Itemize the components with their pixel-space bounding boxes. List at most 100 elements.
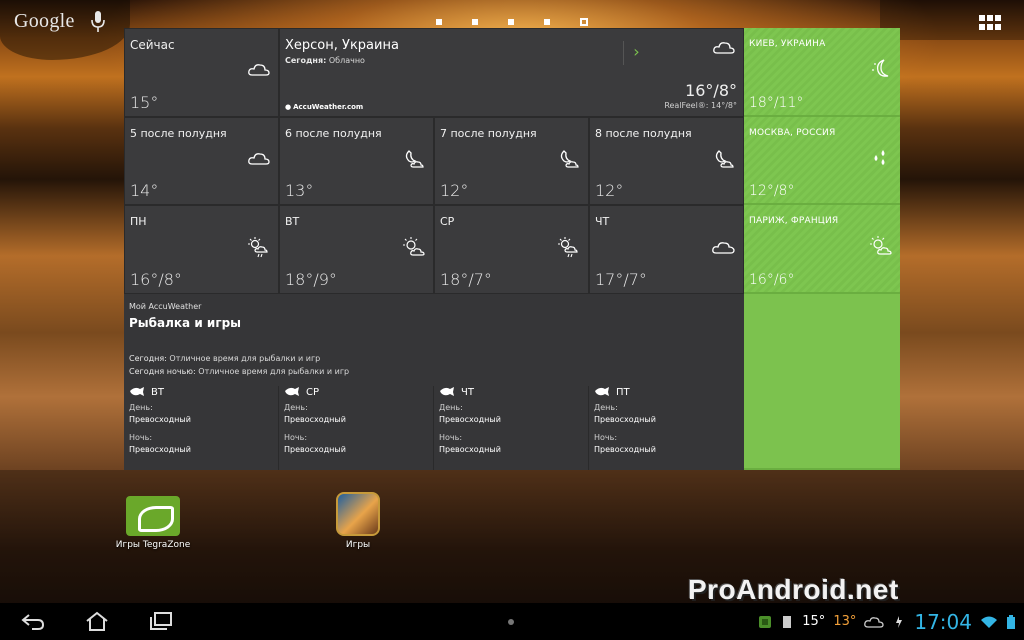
forecast-day-column[interactable]: ЧТ День: Превосходный Ночь: Превосходный <box>434 386 589 470</box>
rain-drops-icon <box>874 150 885 165</box>
page-dot[interactable] <box>508 19 514 25</box>
status-tray[interactable]: 15° 13° 17:04 <box>758 603 1024 640</box>
system-bar: 15° 13° 17:04 <box>0 603 1024 640</box>
hourly-tile[interactable]: 5 после полудня 14° <box>124 117 279 205</box>
daily-tile[interactable]: ЧТ 17°/7° <box>589 205 744 294</box>
sun-cloud-icon <box>403 237 425 256</box>
daily-tile[interactable]: СР 18°/7° <box>434 205 589 294</box>
daily-label: ВТ <box>285 215 300 228</box>
cloud-icon <box>864 616 885 628</box>
current-temp: 15° <box>130 93 159 112</box>
battery-charging-icon <box>896 615 903 628</box>
recent-apps-icon[interactable] <box>148 611 174 631</box>
night-value: Превосходный <box>594 445 656 454</box>
daily-tile[interactable]: ПН 16°/8° <box>124 205 279 294</box>
city-tile-kiev[interactable]: КИЕВ, УКРАИНА 18°/11° <box>744 28 900 117</box>
forecast-day: ПТ <box>616 386 630 398</box>
cloud-icon <box>712 242 735 254</box>
daily-label: СР <box>440 215 455 228</box>
day-value: Превосходный <box>594 415 656 424</box>
daily-tile[interactable]: ВТ 18°/9° <box>279 205 434 294</box>
current-city-tile[interactable]: Херсон, Украина Сегодня: Облачно AccuWea… <box>279 28 744 117</box>
watermark: ProAndroid.net <box>688 574 899 605</box>
city-tile-moscow[interactable]: МОСКВА, РОССИЯ 12°/8° <box>744 117 900 205</box>
android-app-icon <box>759 615 772 628</box>
clock: 17:04 <box>914 609 972 634</box>
mic-icon[interactable] <box>90 10 106 34</box>
partly-sunny-icon <box>870 236 892 255</box>
tonight-line: Сегодня ночью: Отличное время для рыбалк… <box>129 367 350 376</box>
accuweather-widget: Сейчас 15° Херсон, Украина Сегодня: Обла… <box>124 28 900 470</box>
forecast-day-column[interactable]: ПТ День: Превосходный Ночь: Превосходный <box>589 386 744 470</box>
night-value: Превосходный <box>439 445 501 454</box>
page-dot[interactable] <box>472 19 478 25</box>
forecast-day: ЧТ <box>461 386 474 398</box>
page-dot[interactable] <box>544 19 550 25</box>
city-tile-empty[interactable] <box>744 294 900 470</box>
night-label: Ночь: <box>594 433 618 442</box>
hourly-temp: 12° <box>440 181 469 200</box>
daily-temp: 16°/8° <box>130 270 182 289</box>
moon-cloud-icon <box>715 150 734 168</box>
tray-temp: 15° <box>802 614 826 629</box>
fish-icon <box>440 387 454 396</box>
hourly-label: 7 после полудня <box>440 127 537 140</box>
hourly-temp: 12° <box>595 181 624 200</box>
day-label: День: <box>594 403 618 412</box>
forecast-day-column[interactable]: СР День: Превосходный Ночь: Превосходный <box>279 386 434 470</box>
city-temp: 12°/8° <box>749 183 795 199</box>
night-value: Превосходный <box>129 445 191 454</box>
daily-temp: 17°/7° <box>595 270 647 289</box>
page-dot[interactable] <box>436 19 442 25</box>
back-icon[interactable] <box>20 611 46 631</box>
hourly-tile[interactable]: 7 после полудня 12° <box>434 117 589 205</box>
app-shortcut-tegrazone[interactable]: Игры TegraZone <box>113 496 193 550</box>
hourly-label: 8 после полудня <box>595 127 692 140</box>
realfeel-text: RealFeel®: 14°/8° <box>664 101 737 110</box>
sun-cloud-rain-icon <box>558 237 578 258</box>
hourly-label: 6 после полудня <box>285 127 382 140</box>
menu-dot[interactable] <box>508 619 514 625</box>
forecast-day: СР <box>306 386 320 398</box>
apps-grid-icon[interactable] <box>979 15 1001 31</box>
fish-icon <box>130 387 144 396</box>
fish-icon <box>285 387 299 396</box>
page-dot-active[interactable] <box>580 18 588 26</box>
app-shortcut-games[interactable]: Игры <box>318 492 398 550</box>
city-name: КИЕВ, УКРАИНА <box>749 39 826 49</box>
next-arrow-button[interactable]: › <box>623 41 649 65</box>
day-label: День: <box>284 403 308 412</box>
day-label: День: <box>129 403 153 412</box>
city-tile-paris[interactable]: ПАРИЖ, ФРАНЦИЯ 16°/6° <box>744 205 900 294</box>
current-hi-lo: 16°/8° <box>685 81 737 100</box>
home-icon[interactable] <box>84 611 110 631</box>
daily-label: ЧТ <box>595 215 610 228</box>
nvidia-tegrazone-icon <box>126 496 180 536</box>
day-label: День: <box>439 403 463 412</box>
current-temp-tile[interactable]: Сейчас 15° <box>124 28 279 117</box>
forecast-day: ВТ <box>151 386 164 398</box>
night-label: Ночь: <box>284 433 308 442</box>
my-accuweather-panel[interactable]: Мой AccuWeather Рыбалка и игры Сегодня: … <box>124 294 744 470</box>
moon-cloud-icon <box>560 150 579 168</box>
fish-icon <box>595 387 609 396</box>
current-city-name: Херсон, Украина <box>285 38 399 53</box>
cloud-icon <box>713 42 735 54</box>
cloud-icon <box>248 64 270 76</box>
day-value: Превосходный <box>439 415 501 424</box>
hourly-label: 5 после полудня <box>130 127 227 140</box>
moon-icon <box>872 59 889 77</box>
google-search-logo[interactable]: Google <box>14 10 75 33</box>
hourly-temp: 14° <box>130 181 159 200</box>
night-value: Превосходный <box>284 445 346 454</box>
games-icon <box>336 492 380 536</box>
forecast-day-column[interactable]: ВТ День: Превосходный Ночь: Превосходный <box>124 386 279 470</box>
hourly-tile[interactable]: 8 после полудня 12° <box>589 117 744 205</box>
cloud-icon <box>248 153 270 165</box>
night-label: Ночь: <box>129 433 153 442</box>
accuweather-logo[interactable]: AccuWeather.com <box>285 103 363 111</box>
night-label: Ночь: <box>439 433 463 442</box>
battery-icon <box>1007 614 1015 629</box>
hourly-tile[interactable]: 6 после полудня 13° <box>279 117 434 205</box>
app-label: Игры TegraZone <box>115 540 191 550</box>
